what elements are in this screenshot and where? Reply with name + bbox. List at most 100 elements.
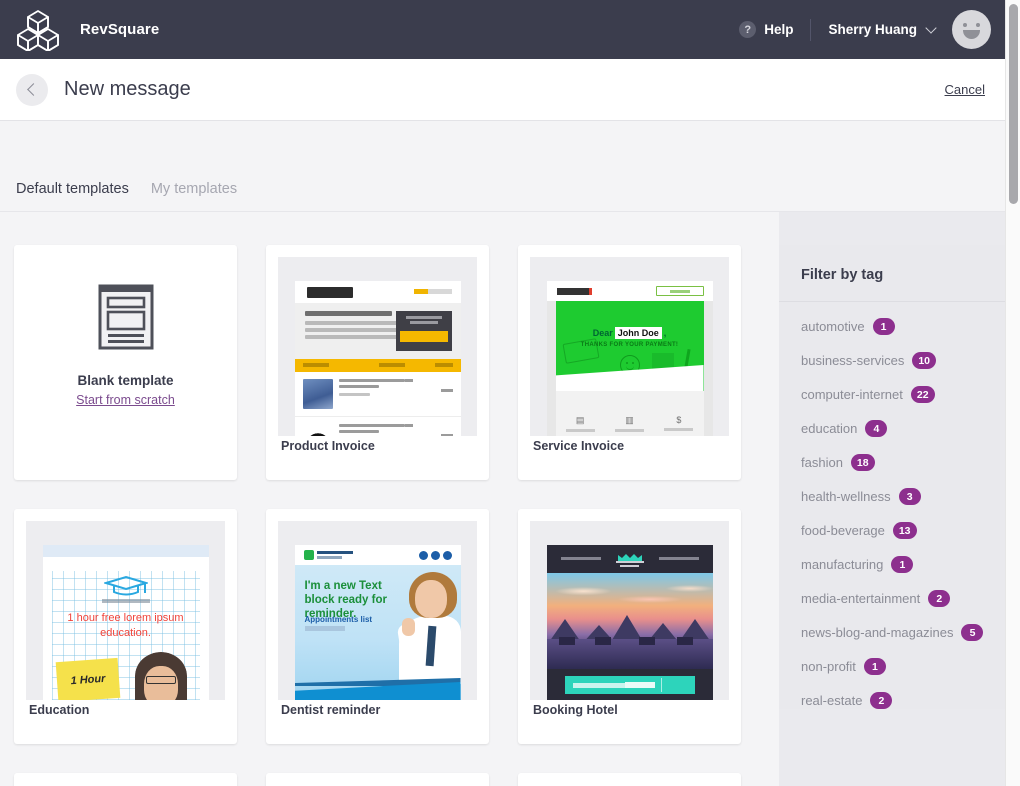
user-name: Sherry Huang (828, 22, 917, 37)
brand-name: RevSquare (80, 21, 159, 38)
cancel-button[interactable]: Cancel (945, 82, 985, 97)
tag-item-health-wellness[interactable]: health-wellness 3 (801, 488, 1005, 505)
template-title: Booking Hotel (533, 703, 618, 717)
thumb-social-icons (419, 551, 452, 560)
tooth-icon (304, 550, 314, 560)
tab-my-templates[interactable]: My templates (151, 181, 237, 197)
tag-count-badge: 18 (851, 454, 875, 471)
template-card-booking-hotel[interactable]: Booking Hotel (518, 509, 741, 744)
thumb-hero-photo (547, 573, 713, 669)
page-title: New message (64, 78, 191, 101)
content-area: Blank template Start from scratch (0, 212, 1005, 786)
blank-template-card[interactable]: Blank template Start from scratch (14, 245, 237, 480)
template-card[interactable] (266, 773, 489, 786)
tag-item-media-entertainment[interactable]: media-entertainment 2 (801, 590, 1005, 607)
user-menu[interactable]: Sherry Huang (828, 22, 935, 37)
tag-count-badge: 3 (899, 488, 921, 505)
tag-name: real-estate (801, 693, 862, 708)
tag-name: health-wellness (801, 489, 891, 504)
tab-default-templates[interactable]: Default templates (16, 181, 129, 197)
thumb-table-header (295, 359, 461, 372)
tag-count-badge: 13 (893, 522, 917, 539)
twitter-icon (431, 551, 440, 560)
tag-count-badge: 2 (870, 692, 892, 709)
tag-item-manufacturing[interactable]: manufacturing 1 (801, 556, 1005, 573)
template-card-education[interactable]: 1 hour free lorem ipsum education. 1 Hou… (14, 509, 237, 744)
tag-item-business-services[interactable]: business-services 10 (801, 352, 1005, 369)
tag-item-education[interactable]: education 4 (801, 420, 1005, 437)
template-thumbnail (530, 521, 729, 700)
tag-item-news-blog-and-magazines[interactable]: news-blog-and-magazines 5 (801, 624, 1005, 641)
tag-list: automotive 1 business-services 10 comput… (779, 302, 1005, 709)
template-title: Product Invoice (281, 439, 375, 453)
thumb-greeting-suffix: , (664, 328, 667, 338)
thumb-headline: 1 hour free lorem ipsum education. (43, 611, 209, 641)
thumb-order-box (396, 311, 452, 351)
filter-title: Filter by tag (779, 245, 1005, 302)
template-card-product-invoice[interactable]: Product Invoice (266, 245, 489, 480)
tag-item-fashion[interactable]: fashion 18 (801, 454, 1005, 471)
facebook-icon (419, 551, 428, 560)
thumb-header-button (656, 286, 704, 296)
template-row: Blank template Start from scratch (14, 245, 760, 480)
thumb-footer: ▤ ▥ $ (556, 415, 704, 432)
brand-logo-area[interactable]: RevSquare (0, 9, 159, 51)
avatar-eye-right (976, 23, 980, 27)
thumb-brand-logo (307, 287, 353, 298)
template-row (14, 773, 760, 786)
tabs-list: Default templates My templates (0, 181, 259, 211)
page-scrollbar[interactable] (1005, 0, 1020, 786)
instagram-icon (443, 551, 452, 560)
thumb-table-row (295, 372, 461, 417)
filter-sidebar: Filter by tag automotive 1 business-serv… (779, 212, 1005, 786)
template-card[interactable] (518, 773, 741, 786)
tag-count-badge: 1 (864, 658, 886, 675)
top-navigation-bar: RevSquare ? Help Sherry Huang (0, 0, 1005, 59)
scrollbar-thumb[interactable] (1009, 4, 1018, 204)
thumb-subheading: Appointments list (305, 615, 373, 624)
template-thumbnail: DearJohn Doe, THANKS FOR YOUR PAYMENT! (530, 257, 729, 436)
divider (810, 19, 811, 41)
tag-count-badge: 10 (912, 352, 936, 369)
help-button[interactable]: ? Help (739, 21, 793, 38)
chevron-left-icon (27, 83, 40, 96)
start-from-scratch-link[interactable]: Start from scratch (76, 393, 175, 407)
tag-name: business-services (801, 353, 904, 368)
tag-count-badge: 22 (911, 386, 935, 403)
top-navigation-right: ? Help Sherry Huang (739, 10, 1005, 49)
tag-name: non-profit (801, 659, 856, 674)
thumb-greeting-prefix: Dear (593, 328, 613, 338)
help-label: Help (764, 22, 793, 37)
template-title: Education (29, 703, 89, 717)
tag-item-non-profit[interactable]: non-profit 1 (801, 658, 1005, 675)
back-button[interactable] (16, 74, 48, 106)
tag-count-badge: 2 (928, 590, 950, 607)
thumb-brand-logo (557, 288, 589, 295)
avatar-mouth (963, 30, 980, 39)
tag-name: education (801, 421, 857, 436)
template-card-dentist-reminder[interactable]: I'm a new Text block ready for reminder.… (266, 509, 489, 744)
question-mark-icon: ? (739, 21, 756, 38)
template-grid: Blank template Start from scratch (0, 212, 760, 786)
thumb-brand-name (616, 561, 644, 567)
page-subheader: New message Cancel (0, 59, 1005, 121)
thumb-nav-right (659, 557, 699, 560)
avatar[interactable] (952, 10, 991, 49)
template-card-service-invoice[interactable]: DearJohn Doe, THANKS FOR YOUR PAYMENT! (518, 245, 741, 480)
tag-item-real-estate[interactable]: real-estate 2 (801, 692, 1005, 709)
tag-item-computer-internet[interactable]: computer-internet 22 (801, 386, 1005, 403)
template-card[interactable] (14, 773, 237, 786)
thumb-hero: DearJohn Doe, THANKS FOR YOUR PAYMENT! (556, 301, 704, 391)
thumb-header-link (414, 289, 452, 294)
template-title: Dentist reminder (281, 703, 380, 717)
tag-name: news-blog-and-magazines (801, 625, 953, 640)
tag-item-automotive[interactable]: automotive 1 (801, 318, 1005, 335)
tag-name: media-entertainment (801, 591, 920, 606)
chevron-down-icon (925, 22, 936, 33)
thumb-logo-label (102, 599, 150, 603)
template-title: Service Invoice (533, 439, 624, 453)
template-thumbnail: I'm a new Text block ready for reminder.… (278, 521, 477, 700)
crown-icon (617, 550, 643, 560)
document-template-icon (98, 284, 154, 355)
tag-item-food-beverage[interactable]: food-beverage 13 (801, 522, 1005, 539)
